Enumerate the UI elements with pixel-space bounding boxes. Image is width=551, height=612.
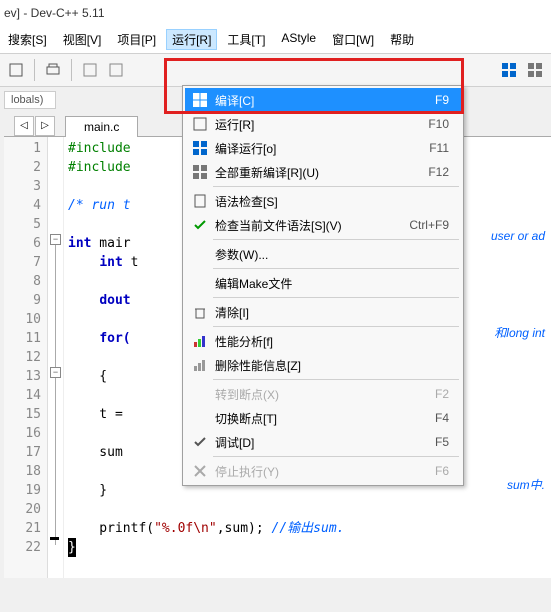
menu-shortcut: F2 [435, 387, 457, 401]
menu-item[interactable]: 编辑Make文件 [185, 271, 461, 295]
print-button[interactable] [41, 58, 65, 82]
run-menu-dropdown: 编译[C]F9运行[R]F10编译运行[o]F11全部重新编译[R](U)F12… [182, 85, 464, 486]
menu-item[interactable]: 调试[D]F5 [185, 430, 461, 454]
bar-icon [189, 331, 211, 351]
x-icon [189, 461, 211, 481]
blank-icon [189, 384, 211, 404]
check-icon [189, 215, 211, 235]
menubar: 搜索[S]视图[V]项目[P]运行[R]工具[T]AStyle窗口[W]帮助 [0, 26, 551, 53]
fold-line [55, 245, 56, 545]
menu-item[interactable]: 编译运行[o]F11 [185, 136, 461, 160]
menu-item[interactable]: 语法检查[S] [185, 189, 461, 213]
fold-marker[interactable]: − [50, 234, 61, 245]
menu-label: 编辑Make文件 [211, 275, 449, 292]
globals-dropdown[interactable]: lobals) [4, 91, 56, 109]
menu-label: 编译运行[o] [211, 140, 429, 157]
menu-item[interactable]: 搜索[S] [2, 29, 53, 50]
grid3-icon [189, 162, 211, 182]
menu-separator [213, 297, 459, 298]
menu-label: 全部重新编译[R](U) [211, 164, 428, 181]
menu-label: 编译[C] [211, 92, 435, 109]
separator [34, 59, 35, 81]
menu-shortcut: F4 [435, 411, 457, 425]
menu-item[interactable]: 删除性能信息[Z] [185, 353, 461, 377]
blank-icon [189, 273, 211, 293]
menu-item[interactable]: 全部重新编译[R](U)F12 [185, 160, 461, 184]
toolbar [0, 53, 551, 87]
menu-item[interactable]: 性能分析[f] [185, 329, 461, 353]
nav-prev-button[interactable]: ◁ [14, 116, 34, 136]
menu-shortcut: F10 [428, 117, 457, 131]
menu-item[interactable]: 运行[R]F10 [185, 112, 461, 136]
menu-item[interactable]: 帮助 [384, 29, 420, 50]
menu-item[interactable]: AStyle [275, 29, 322, 50]
menu-separator [213, 239, 459, 240]
menu-separator [213, 326, 459, 327]
toolbar-button[interactable] [104, 58, 128, 82]
menu-separator [213, 186, 459, 187]
menu-shortcut: F11 [429, 141, 457, 155]
window-title: ev] - Dev-C++ 5.11 [0, 0, 551, 26]
nav-next-button[interactable]: ▷ [35, 116, 55, 136]
menu-item[interactable]: 工具[T] [221, 29, 271, 50]
barx-icon [189, 355, 211, 375]
menu-shortcut: F6 [435, 464, 457, 478]
menu-shortcut: F5 [435, 435, 457, 449]
menu-item[interactable]: 检查当前文件语法[S](V)Ctrl+F9 [185, 213, 461, 237]
blank-icon [189, 244, 211, 264]
menu-label: 清除[I] [211, 304, 449, 321]
tab-main-c[interactable]: main.c [65, 116, 138, 137]
fold-column: − − [48, 137, 64, 578]
menu-item: 转到断点(X)F2 [185, 382, 461, 406]
grid-icon [189, 90, 211, 110]
menu-label: 转到断点(X) [211, 386, 435, 403]
run-icon [189, 114, 211, 134]
menu-separator [213, 379, 459, 380]
menu-item[interactable]: 运行[R] [166, 29, 217, 50]
check2-icon [189, 432, 211, 452]
menu-item[interactable]: 窗口[W] [326, 29, 380, 50]
menu-label: 语法检查[S] [211, 193, 449, 210]
fold-marker[interactable]: − [50, 367, 61, 378]
separator [71, 59, 72, 81]
menu-item[interactable]: 清除[I] [185, 300, 461, 324]
menu-label: 运行[R] [211, 116, 428, 133]
menu-separator [213, 456, 459, 457]
menu-item[interactable]: 视图[V] [57, 29, 108, 50]
grid2-icon [189, 138, 211, 158]
menu-label: 切换断点[T] [211, 410, 435, 427]
trash-icon [189, 302, 211, 322]
menu-label: 检查当前文件语法[S](V) [211, 217, 409, 234]
menu-label: 删除性能信息[Z] [211, 357, 449, 374]
toolbar-grid-button[interactable] [497, 58, 521, 82]
toolbar-button[interactable] [4, 58, 28, 82]
menu-item[interactable]: 编译[C]F9 [185, 88, 461, 112]
menu-shortcut: F9 [435, 93, 457, 107]
blank-icon [189, 408, 211, 428]
menu-item[interactable]: 参数(W)... [185, 242, 461, 266]
menu-shortcut: Ctrl+F9 [409, 218, 457, 232]
menu-label: 性能分析[f] [211, 333, 449, 350]
toolbar-button[interactable] [78, 58, 102, 82]
menu-label: 停止执行(Y) [211, 463, 435, 480]
doc-icon [189, 191, 211, 211]
menu-separator [213, 268, 459, 269]
menu-shortcut: F12 [428, 165, 457, 179]
menu-item[interactable]: 切换断点[T]F4 [185, 406, 461, 430]
menu-label: 参数(W)... [211, 246, 449, 263]
toolbar-grid-button[interactable] [523, 58, 547, 82]
line-gutter: 12345678910111213141516171819202122 [4, 137, 48, 578]
menu-item[interactable]: 项目[P] [111, 29, 162, 50]
fold-end [50, 537, 59, 540]
menu-label: 调试[D] [211, 434, 435, 451]
menu-item: 停止执行(Y)F6 [185, 459, 461, 483]
